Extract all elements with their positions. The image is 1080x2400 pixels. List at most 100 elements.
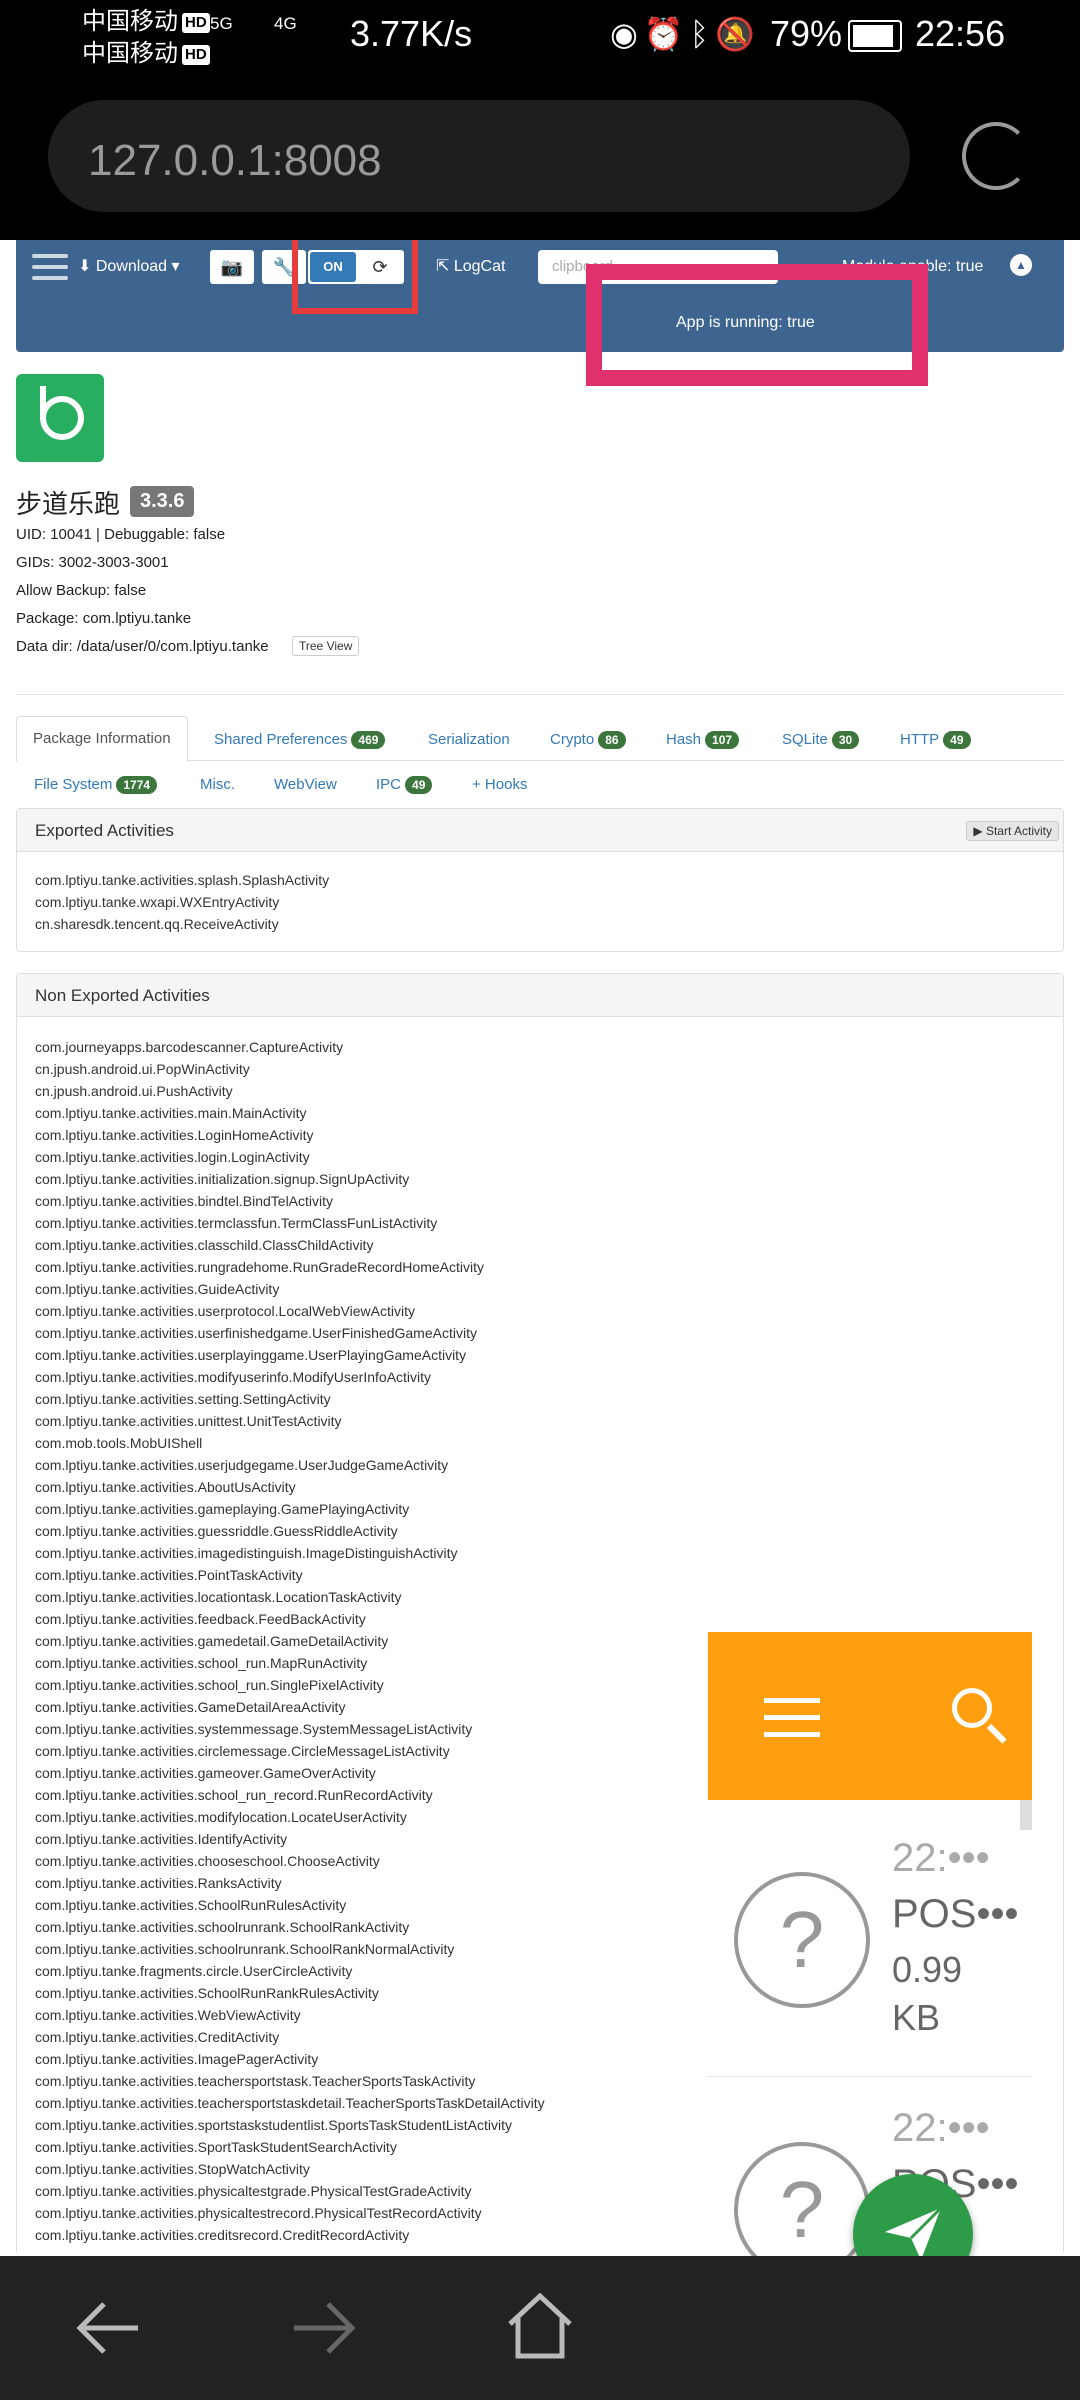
activity-item[interactable]: com.lptiyu.tanke.activities.feedback.Fee… <box>35 1608 545 1630</box>
tab-package-information[interactable]: Package Information <box>16 716 188 762</box>
activity-item[interactable]: com.lptiyu.tanke.activities.sportstaskst… <box>35 2114 545 2136</box>
activity-item[interactable]: com.lptiyu.tanke.activities.school_run.M… <box>35 1652 545 1674</box>
activity-item[interactable]: com.lptiyu.tanke.activities.LoginHomeAct… <box>35 1124 545 1146</box>
activity-item[interactable]: com.lptiyu.tanke.activities.WebViewActiv… <box>35 2004 545 2026</box>
activity-item[interactable]: cn.sharesdk.tencent.qq.ReceiveActivity <box>35 913 329 935</box>
activity-item[interactable]: com.lptiyu.tanke.activities.SportTaskStu… <box>35 2136 545 2158</box>
activity-item[interactable]: com.lptiyu.tanke.activities.unittest.Uni… <box>35 1410 545 1432</box>
activity-item[interactable]: com.lptiyu.tanke.activities.schoolrunran… <box>35 1916 545 1938</box>
activity-item[interactable]: com.lptiyu.tanke.activities.creditsrecor… <box>35 2224 545 2246</box>
request-size: 0.99 KB <box>892 1949 963 2038</box>
tab-http[interactable]: HTTP 49 <box>900 730 971 750</box>
activity-item[interactable]: com.lptiyu.tanke.activities.physicaltest… <box>35 2180 545 2202</box>
activity-item[interactable]: com.lptiyu.tanke.activities.gameover.Gam… <box>35 1762 545 1784</box>
activity-item[interactable]: com.lptiyu.tanke.activities.physicaltest… <box>35 2202 545 2224</box>
activity-item[interactable]: com.lptiyu.tanke.wxapi.WXEntryActivity <box>35 891 329 913</box>
activity-item[interactable]: com.lptiyu.tanke.activities.modifylocati… <box>35 1806 545 1828</box>
activity-item[interactable]: com.lptiyu.tanke.activities.gamedetail.G… <box>35 1630 545 1652</box>
hamburger-icon[interactable] <box>32 254 68 280</box>
activity-item[interactable]: com.lptiyu.tanke.activities.classchild.C… <box>35 1234 545 1256</box>
activity-item[interactable]: com.lptiyu.tanke.activities.RanksActivit… <box>35 1872 545 1894</box>
tab-shared-preferences[interactable]: Shared Preferences 469 <box>214 730 386 750</box>
activity-item[interactable]: com.mob.tools.MobUIShell <box>35 1432 545 1454</box>
question-icon: ? <box>734 1872 870 2008</box>
url-text: 127.0.0.1:8008 <box>88 136 382 185</box>
tab-sqlite[interactable]: SQLite 30 <box>782 730 860 750</box>
tab-file-system[interactable]: File System 1774 <box>34 775 158 795</box>
camera-icon[interactable]: 📷 <box>210 250 254 284</box>
divider <box>16 694 1064 695</box>
tab-webview[interactable]: WebView <box>274 775 337 795</box>
activity-item[interactable]: com.lptiyu.tanke.activities.rungradehome… <box>35 1256 545 1278</box>
exported-activities-panel: Exported Activities ▶ Start Activity com… <box>16 808 1064 952</box>
battery-percent: 79% <box>770 13 843 54</box>
activity-item[interactable]: com.lptiyu.tanke.activities.userprotocol… <box>35 1300 545 1322</box>
tab-ipc[interactable]: IPC 49 <box>376 775 433 795</box>
activity-item[interactable]: com.lptiyu.tanke.activities.teachersport… <box>35 2070 545 2092</box>
count-badge: 107 <box>705 731 740 749</box>
url-bar[interactable]: 127.0.0.1:8008 <box>48 100 910 212</box>
home-icon[interactable] <box>504 2290 576 2362</box>
forward-arrow-icon[interactable] <box>288 2296 358 2360</box>
activity-item[interactable]: com.lptiyu.tanke.activities.userplayingg… <box>35 1344 545 1366</box>
logcat-link[interactable]: ⇱ LogCat <box>436 257 505 277</box>
hd-badge-1: HD <box>182 12 210 33</box>
activity-item[interactable]: com.lptiyu.tanke.activities.school_run.S… <box>35 1674 545 1696</box>
activity-item[interactable]: com.lptiyu.tanke.activities.bindtel.Bind… <box>35 1190 545 1212</box>
back-arrow-icon[interactable] <box>74 2296 144 2360</box>
activity-item[interactable]: com.lptiyu.tanke.activities.CreditActivi… <box>35 2026 545 2048</box>
tree-view-button[interactable]: Tree View <box>292 636 360 656</box>
activity-item[interactable]: com.lptiyu.tanke.activities.guessriddle.… <box>35 1520 545 1542</box>
tab-hooks[interactable]: + Hooks <box>472 775 527 795</box>
count-badge: 86 <box>598 731 626 749</box>
menu-icon[interactable] <box>764 1698 820 1737</box>
activity-item[interactable]: com.lptiyu.tanke.activities.SchoolRunRul… <box>35 1894 545 1916</box>
activity-item[interactable]: com.lptiyu.tanke.activities.GuideActivit… <box>35 1278 545 1300</box>
tab-misc[interactable]: Misc. <box>200 775 235 795</box>
activity-item[interactable]: com.lptiyu.tanke.activities.school_run_r… <box>35 1784 545 1806</box>
activity-item[interactable]: com.lptiyu.tanke.activities.initializati… <box>35 1168 545 1190</box>
activity-item[interactable]: com.lptiyu.tanke.activities.credits_rank… <box>35 2246 545 2252</box>
activity-item[interactable]: com.lptiyu.tanke.activities.PointTaskAct… <box>35 1564 545 1586</box>
carrier-info: 中国移动 HD 中国移动 HD <box>82 6 210 70</box>
activity-item[interactable]: com.lptiyu.tanke.activities.userfinished… <box>35 1322 545 1344</box>
reload-icon[interactable] <box>962 122 1030 190</box>
request-item[interactable]: ? 22:••• POS••• 0.99 KB <box>708 1808 1032 2077</box>
activity-item[interactable]: com.lptiyu.tanke.activities.StopWatchAct… <box>35 2158 545 2180</box>
activity-item[interactable]: com.lptiyu.tanke.activities.IdentifyActi… <box>35 1828 545 1850</box>
activity-item[interactable]: com.lptiyu.tanke.activities.schoolrunran… <box>35 1938 545 1960</box>
activity-item[interactable]: com.lptiyu.tanke.activities.ImagePagerAc… <box>35 2048 545 2070</box>
count-badge: 30 <box>831 731 860 749</box>
activity-item[interactable]: com.lptiyu.tanke.activities.setting.Sett… <box>35 1388 545 1410</box>
activity-item[interactable]: com.lptiyu.tanke.activities.gameplaying.… <box>35 1498 545 1520</box>
activity-item[interactable]: com.lptiyu.tanke.activities.circlemessag… <box>35 1740 545 1762</box>
activity-item[interactable]: com.lptiyu.tanke.activities.GameDetailAr… <box>35 1696 545 1718</box>
activity-item[interactable]: com.lptiyu.tanke.activities.splash.Splas… <box>35 869 329 891</box>
chevron-up-icon[interactable]: ▲ <box>1010 254 1032 276</box>
activity-item[interactable]: com.lptiyu.tanke.fragments.circle.UserCi… <box>35 1960 545 1982</box>
panel-header: Exported Activities ▶ Start Activity <box>17 809 1063 852</box>
activity-item[interactable]: cn.jpush.android.ui.PushActivity <box>35 1080 545 1102</box>
activity-item[interactable]: com.lptiyu.tanke.activities.teachersport… <box>35 2092 545 2114</box>
tab-hash[interactable]: Hash 107 <box>666 730 740 750</box>
activity-item[interactable]: com.lptiyu.tanke.activities.main.MainAct… <box>35 1102 545 1124</box>
activity-item[interactable]: com.lptiyu.tanke.activities.userjudgegam… <box>35 1454 545 1476</box>
start-activity-button[interactable]: ▶ Start Activity <box>966 821 1059 841</box>
activity-item[interactable]: cn.jpush.android.ui.PopWinActivity <box>35 1058 545 1080</box>
tab-crypto[interactable]: Crypto 86 <box>550 730 626 750</box>
activity-item[interactable]: com.lptiyu.tanke.activities.AboutUsActiv… <box>35 1476 545 1498</box>
activity-item[interactable]: com.lptiyu.tanke.activities.SchoolRunRan… <box>35 1982 545 2004</box>
app-name: 步道乐跑 <box>16 489 121 519</box>
download-dropdown[interactable]: ⬇ Download ▾ <box>78 257 180 277</box>
tab-serialization[interactable]: Serialization <box>428 730 510 750</box>
search-icon[interactable] <box>952 1688 992 1728</box>
count-badge: 469 <box>351 731 386 749</box>
activity-item[interactable]: com.lptiyu.tanke.activities.modifyuserin… <box>35 1366 545 1388</box>
activity-item[interactable]: com.lptiyu.tanke.activities.login.LoginA… <box>35 1146 545 1168</box>
activity-item[interactable]: com.journeyapps.barcodescanner.CaptureAc… <box>35 1036 545 1058</box>
activity-item[interactable]: com.lptiyu.tanke.activities.locationtask… <box>35 1586 545 1608</box>
activity-item[interactable]: com.lptiyu.tanke.activities.termclassfun… <box>35 1212 545 1234</box>
activity-item[interactable]: com.lptiyu.tanke.activities.chooseschool… <box>35 1850 545 1872</box>
activity-item[interactable]: com.lptiyu.tanke.activities.systemmessag… <box>35 1718 545 1740</box>
activity-item[interactable]: com.lptiyu.tanke.activities.imagedisting… <box>35 1542 545 1564</box>
